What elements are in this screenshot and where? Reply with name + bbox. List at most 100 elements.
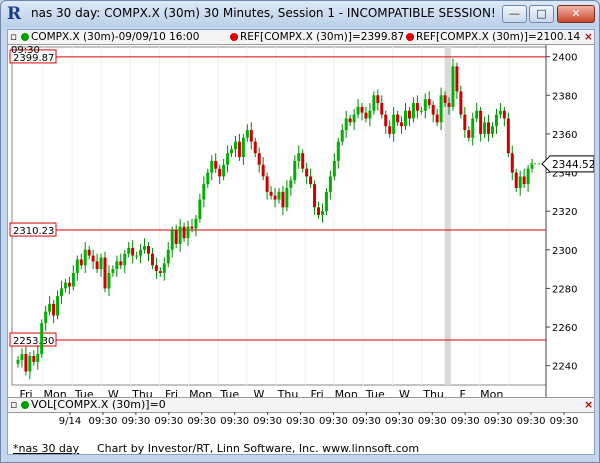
time-axis-label: 09:30 [121, 416, 150, 427]
volume-collapse-icon[interactable]: ▫ [10, 398, 17, 412]
candle-body [376, 95, 380, 104]
candle-body [146, 245, 150, 254]
candle-body [24, 354, 28, 372]
candle-body [332, 160, 336, 177]
candle-body [63, 282, 67, 289]
candle-body [494, 114, 498, 127]
candle-body [123, 253, 127, 266]
candle-body [368, 110, 372, 119]
candle-body [139, 249, 143, 256]
candle-body [336, 141, 340, 161]
candle-body [451, 66, 455, 107]
candle-body [257, 153, 261, 165]
candle-body [419, 110, 423, 112]
candle-body [75, 259, 79, 273]
volume-label[interactable]: VOL[COMPX.X (30m)]=0 [21, 398, 166, 412]
maximize-button[interactable]: □ [529, 5, 554, 23]
candle-body [59, 288, 63, 297]
candle-body [158, 271, 162, 273]
candle-body [356, 106, 360, 115]
time-axis-label: 09:30 [451, 416, 480, 427]
candle-body [206, 172, 210, 185]
candle-body [348, 118, 352, 123]
ref-dot-icon [230, 33, 238, 41]
candle-body [364, 112, 368, 119]
candle-body [135, 255, 139, 257]
candle-body [52, 303, 56, 316]
legend-small-time: 09:30 [11, 45, 40, 56]
candle-body [277, 191, 281, 200]
candle-body [411, 103, 415, 119]
candle-body [281, 191, 285, 208]
time-axis-label: 09:30 [154, 416, 183, 427]
candle-body [404, 110, 408, 127]
candle-body [518, 176, 522, 188]
candle-body [400, 122, 404, 127]
candle-body [467, 130, 471, 138]
candle-body [463, 114, 467, 131]
chart-area[interactable]: ▫ COMPX.X (30m)-09/09/10 16:00 REF[COMPX… [7, 29, 595, 455]
candle-body [107, 272, 111, 289]
candle-body [194, 218, 198, 229]
candle-body [328, 176, 332, 192]
candle-body [233, 141, 237, 150]
candle-body [447, 103, 451, 107]
candle-body [431, 104, 435, 115]
candle-body [491, 126, 495, 134]
candle-body [87, 249, 91, 256]
time-axis-label: 09:30 [187, 416, 216, 427]
y-tick-label: 2240 [552, 362, 577, 373]
title-bar[interactable]: R nas 30 day: COMPX.X (30m) 30 Minutes, … [1, 1, 599, 27]
candle-body [91, 255, 95, 262]
candle-body [67, 282, 71, 287]
close-button[interactable]: ✕ [557, 5, 595, 23]
legend-ref2[interactable]: REF[COMPX.X (30m)]=2100.14 [406, 30, 580, 44]
candle-body [340, 130, 344, 142]
time-axis-label: 09:30 [253, 416, 282, 427]
legend-symbol[interactable]: COMPX.X (30m)-09/09/10 16:00 [21, 30, 199, 44]
candle-body [115, 261, 119, 270]
time-axis-label: 09:30 [89, 416, 118, 427]
candle-body [455, 66, 459, 92]
candle-body [297, 153, 301, 161]
candle-body [261, 164, 265, 177]
candle-body [392, 114, 396, 134]
y-tick-label: 2400 [552, 53, 577, 64]
candle-body [502, 110, 506, 119]
candle-body [178, 226, 182, 245]
legend-ref1[interactable]: REF[COMPX.X (30m)]=2399.87 [230, 30, 404, 44]
candle-body [71, 272, 75, 287]
app-window: R nas 30 day: COMPX.X (30m) 30 Minutes, … [0, 0, 600, 463]
candle-body [388, 126, 392, 134]
price-chart[interactable]: 2399.872310.232253.30 224022602280230023… [8, 45, 594, 441]
candle-body [182, 226, 186, 239]
layout-link[interactable]: *nas 30 day [13, 442, 79, 455]
candle-body [210, 160, 214, 173]
candlesticks [16, 58, 534, 380]
time-axis-label: 09:30 [418, 416, 447, 427]
candle-body [150, 253, 154, 266]
candle-body [214, 160, 218, 169]
minimize-button[interactable]: — [502, 5, 527, 23]
time-axis-label: 09:30 [220, 416, 249, 427]
candle-body [372, 95, 376, 111]
candle-body [514, 172, 518, 188]
candle-body [222, 164, 226, 177]
time-axis-label: 09:30 [352, 416, 381, 427]
candle-body [20, 354, 24, 360]
candle-body [265, 176, 269, 192]
candle-body [301, 153, 305, 169]
candle-body [396, 114, 400, 123]
candle-body [526, 168, 530, 185]
volume-close-icon[interactable]: × [584, 398, 593, 412]
candle-body [198, 199, 202, 219]
legend-collapse-icon[interactable]: ▫ [10, 30, 17, 44]
candle-body [245, 130, 249, 138]
pane-close-icon[interactable]: × [584, 30, 593, 44]
candle-body [28, 356, 32, 372]
reference-label: 2253.30 [13, 336, 54, 347]
y-tick-label: 2360 [552, 130, 577, 141]
candle-body [289, 180, 293, 188]
credit-text: Chart by Investor/RT, Linn Software, Inc… [97, 442, 420, 455]
candle-body [226, 153, 230, 165]
